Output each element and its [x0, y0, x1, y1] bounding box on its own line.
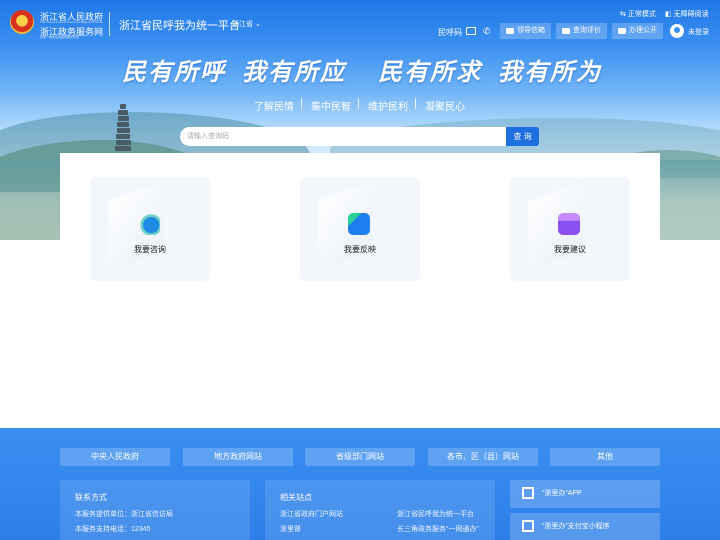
subnav-item: 维护民利 [368, 102, 408, 113]
zheliban-alipay-link[interactable]: “浙里办”支付宝小程序 [510, 513, 660, 540]
region-selector[interactable]: 浙江省 ⌄ [232, 19, 261, 29]
chevron-down-icon: ⌄ [254, 21, 261, 28]
related-link[interactable]: 长三角政务服务“一网通办” [397, 524, 479, 534]
document-icon [618, 28, 626, 34]
message-icon [562, 28, 570, 34]
slogan-part: 民有所求 [378, 57, 482, 86]
header-divider [109, 12, 110, 36]
subnav-separator [415, 98, 416, 109]
suggestion-card[interactable]: 我要建议 [510, 177, 630, 281]
query-code-input[interactable] [180, 127, 506, 146]
related-sites-title: 相关站点 [280, 493, 312, 502]
suggestion-label: 我要建议 [554, 245, 586, 254]
app-label: “浙里办”APP [542, 490, 582, 497]
feedback-pen-icon [348, 213, 370, 235]
service-subtitle: 全国一体化在线政务服务平台 [40, 35, 80, 39]
national-emblem-icon [10, 10, 34, 34]
contact-title: 联系方式 [75, 493, 107, 502]
leader-mailbox-label: 领导信箱 [517, 27, 545, 34]
normal-mode-label: 正常模式 [627, 11, 656, 18]
login-status[interactable]: 未登录 [688, 27, 709, 37]
accessible-reading-link[interactable]: ◧ 无障碍阅读 [665, 9, 709, 19]
accessibility-icon: ◧ [665, 11, 672, 18]
main-panel: 我要咨询 我要反映 我要建议 [60, 153, 660, 428]
slogan-part: 我有所为 [498, 57, 602, 86]
contact-line: 本服务支持电话：12345 [75, 526, 151, 533]
feedback-card[interactable]: 我要反映 [300, 177, 420, 281]
consult-card[interactable]: 我要咨询 [90, 177, 210, 281]
related-link[interactable]: 浙里督 [280, 524, 301, 534]
mode-icon: ⇆ [620, 11, 626, 18]
footer-nav-cities[interactable]: 各市、区（县）网站 [428, 448, 538, 466]
query-evaluate-label: 查询评价 [573, 27, 601, 34]
feedback-label: 我要反映 [344, 245, 376, 254]
subnav-item: 了解民情 [254, 102, 294, 113]
region-label: 浙江省 [232, 21, 253, 28]
footer-nav-other[interactable]: 其他 [550, 448, 660, 466]
consult-label: 我要咨询 [134, 245, 166, 254]
related-link[interactable]: 浙江省政府门户网站 [280, 509, 343, 519]
qr-code-icon[interactable] [466, 27, 476, 35]
handling-public-button[interactable]: 办理公开 [612, 23, 663, 39]
gov-name-en: The People's Government of Zhejiang Prov… [40, 20, 103, 24]
qr-code-icon [522, 520, 534, 532]
subnav-item: 凝聚民心 [425, 102, 465, 113]
query-evaluate-button[interactable]: 查询评价 [556, 23, 607, 39]
slogan-part: 我有所应 [242, 57, 346, 86]
contact-line: 本服务提供单位：浙江省信访局 [75, 511, 173, 518]
app-label: “浙里办”支付宝小程序 [542, 523, 610, 530]
leader-mailbox-button[interactable]: 领导信箱 [500, 23, 551, 39]
zheliban-app-link[interactable]: “浙里办”APP [510, 480, 660, 508]
normal-mode-toggle[interactable]: ⇆ 正常模式 [620, 9, 656, 19]
minhuma-link[interactable]: 民呼码 [438, 27, 462, 38]
footer: 中央人民政府 地方政府网站 省级部门网站 各市、区（县）网站 其他 联系方式 本… [0, 428, 720, 540]
qr-code-icon [522, 487, 534, 499]
subnav-separator [301, 98, 302, 109]
related-link[interactable]: 浙江省民呼我为统一平台 [397, 509, 474, 519]
mail-icon [506, 28, 514, 34]
slogan-part: 民有所呼 [122, 57, 226, 86]
accessible-label: 无障碍阅读 [673, 11, 709, 18]
phone-icon[interactable]: ✆ [483, 26, 491, 37]
subnav-separator [358, 98, 359, 109]
suggestion-folder-icon [558, 213, 580, 235]
chat-bubble-icon [138, 213, 160, 235]
pagoda-illustration [114, 104, 132, 152]
platform-title: 浙江省民呼我为统一平台 [119, 20, 240, 32]
user-avatar-icon[interactable] [670, 24, 684, 38]
handling-public-label: 办理公开 [629, 27, 657, 34]
footer-nav-provincial-dept[interactable]: 省级部门网站 [305, 448, 415, 466]
footer-nav-local-gov[interactable]: 地方政府网站 [183, 448, 293, 466]
footer-nav-central-gov[interactable]: 中央人民政府 [60, 448, 170, 466]
search-button[interactable]: 查 询 [506, 127, 539, 146]
top-header: 浙江省人民政府 The People's Government of Zheji… [0, 0, 720, 44]
subnav-item: 集中民智 [311, 102, 351, 113]
